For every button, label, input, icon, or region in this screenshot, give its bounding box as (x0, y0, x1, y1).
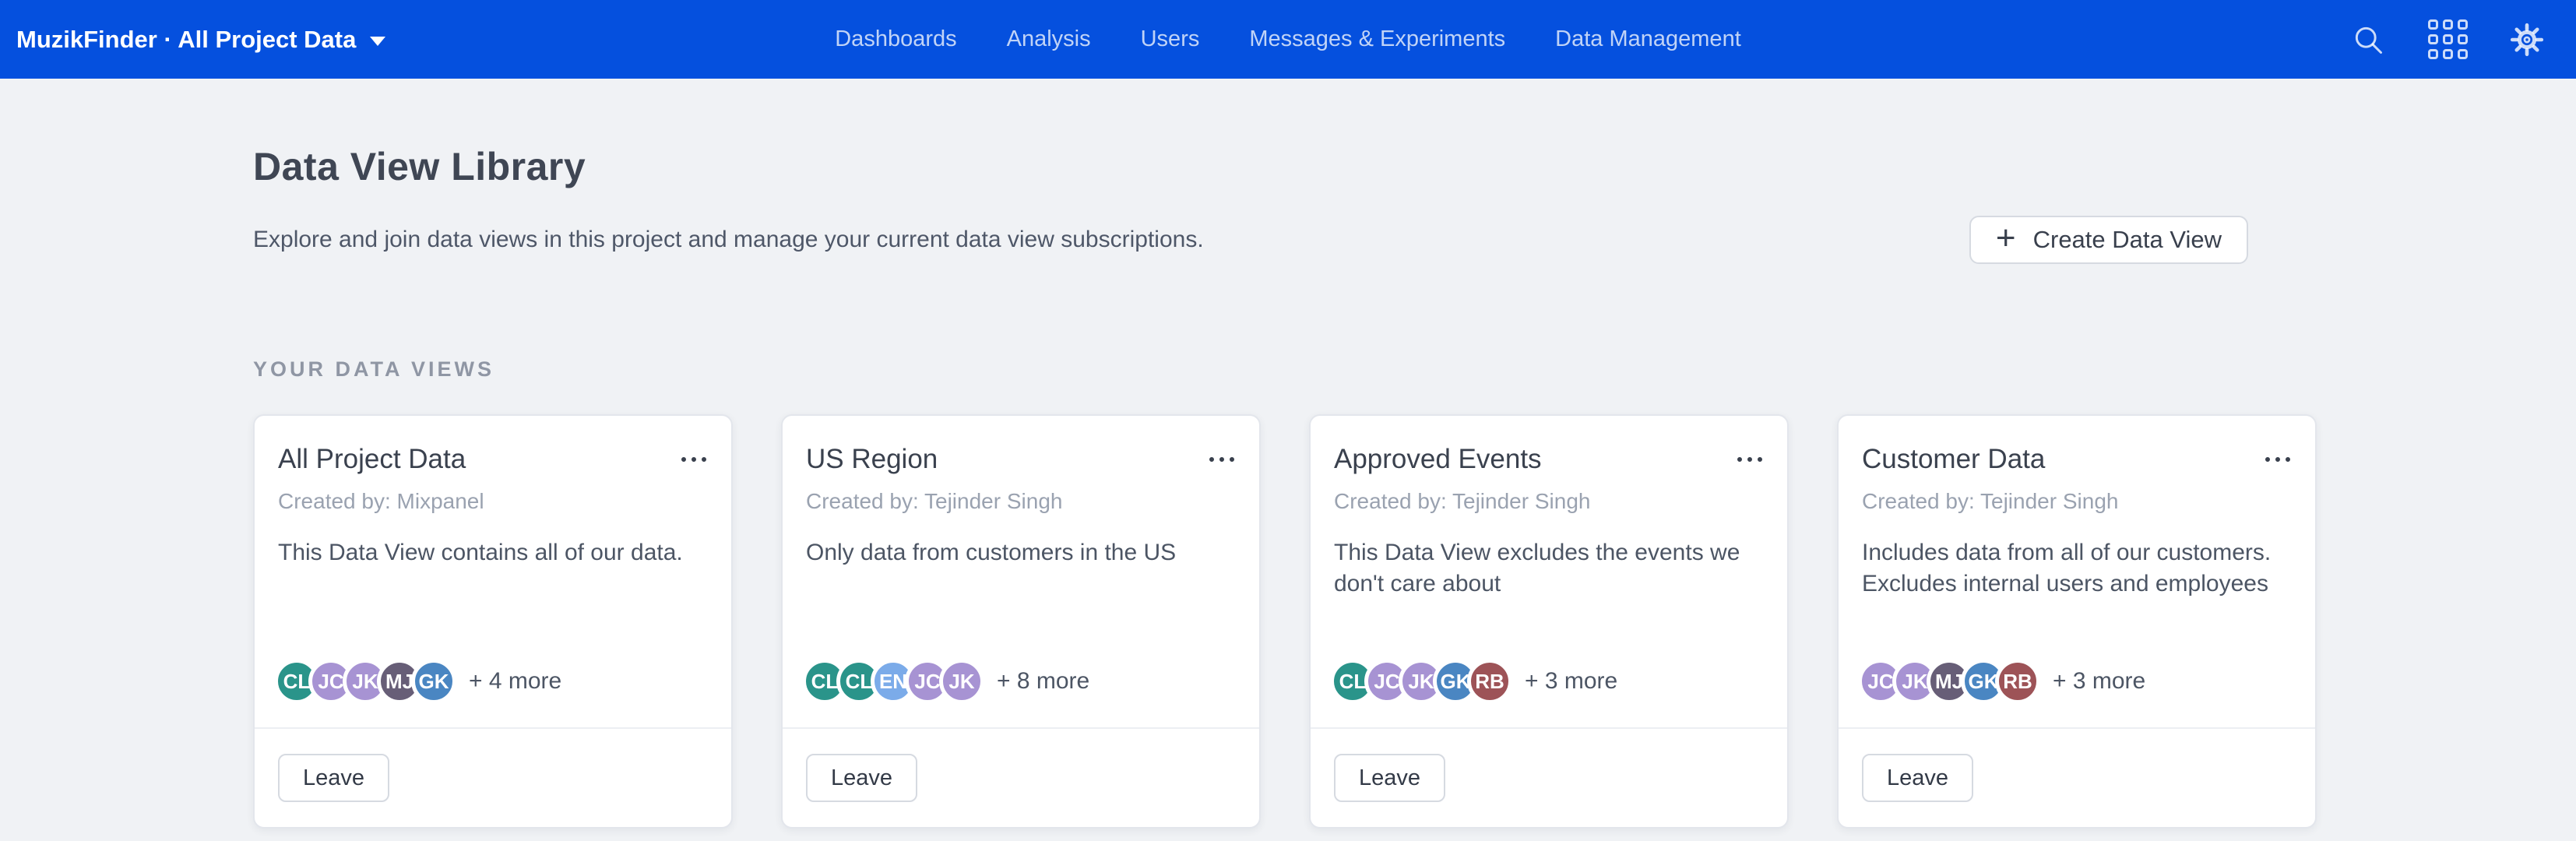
card-created-by: Created by: Tejinder Singh (806, 489, 1236, 514)
page-subtitle: Explore and join data views in this proj… (253, 227, 1204, 253)
card-header: Approved Events (1334, 444, 1764, 475)
more-options-icon[interactable] (680, 451, 708, 468)
project-switcher[interactable]: MuzikFinder · All Project Data (16, 26, 385, 54)
member-avatar-row: CL CL EN JC JK + 8 more (806, 659, 1236, 704)
member-avatar-row: JC JK MJ GK RB + 3 more (1862, 659, 2292, 704)
card-title: Customer Data (1862, 444, 2045, 475)
card-body: US Region Created by: Tejinder Singh Onl… (783, 416, 1259, 727)
card-description: This Data View excludes the events we do… (1334, 537, 1764, 659)
apps-grid-icon[interactable] (2430, 22, 2465, 58)
card-title: Approved Events (1334, 444, 1542, 475)
card-title: US Region (806, 444, 938, 475)
data-view-card-all-project-data: All Project Data Created by: Mixpanel Th… (253, 414, 733, 829)
more-options-icon[interactable] (1736, 451, 1764, 468)
data-view-library-page: Data View Library Explore and join data … (253, 79, 2317, 829)
card-description: Only data from customers in the US (806, 537, 1236, 659)
plus-icon: + (1996, 221, 2016, 255)
card-title: All Project Data (278, 444, 466, 475)
more-members-label: + 3 more (1525, 668, 1617, 695)
more-members-label: + 3 more (2053, 668, 2145, 695)
leave-button[interactable]: Leave (278, 754, 389, 802)
project-switcher-label: MuzikFinder · All Project Data (16, 26, 356, 54)
card-created-by: Created by: Tejinder Singh (1862, 489, 2292, 514)
card-body: Approved Events Created by: Tejinder Sin… (1311, 416, 1787, 727)
search-icon[interactable] (2350, 22, 2386, 58)
avatar: JK (939, 659, 984, 704)
card-footer: Leave (1839, 727, 2315, 827)
subtitle-row: Explore and join data views in this proj… (253, 216, 2317, 264)
card-created-by: Created by: Mixpanel (278, 489, 708, 514)
topbar-icon-group (2350, 22, 2545, 58)
data-view-card-grid: All Project Data Created by: Mixpanel Th… (253, 414, 2317, 829)
leave-button[interactable]: Leave (1862, 754, 1973, 802)
more-options-icon[interactable] (2264, 451, 2292, 468)
nav-item-users[interactable]: Users (1141, 26, 1200, 52)
leave-button[interactable]: Leave (1334, 754, 1445, 802)
card-header: US Region (806, 444, 1236, 475)
your-data-views-section-label: YOUR DATA VIEWS (253, 357, 2317, 382)
data-view-card-customer-data: Customer Data Created by: Tejinder Singh… (1837, 414, 2317, 829)
card-created-by: Created by: Tejinder Singh (1334, 489, 1764, 514)
nav-item-messages-experiments[interactable]: Messages & Experiments (1249, 26, 1505, 52)
card-header: Customer Data (1862, 444, 2292, 475)
main-nav: Dashboards Analysis Users Messages & Exp… (835, 0, 1741, 79)
data-view-card-approved-events: Approved Events Created by: Tejinder Sin… (1309, 414, 1789, 829)
more-members-label: + 8 more (997, 668, 1089, 695)
card-footer: Leave (255, 727, 731, 827)
member-avatar-row: CL JC JK MJ GK + 4 more (278, 659, 708, 704)
more-options-icon[interactable] (1208, 451, 1236, 468)
nav-item-analysis[interactable]: Analysis (1007, 26, 1091, 52)
create-data-view-label: Create Data View (2033, 226, 2222, 254)
nav-item-dashboards[interactable]: Dashboards (835, 26, 956, 52)
avatar: RB (1995, 659, 2040, 704)
member-avatar-row: CL JC JK GK RB + 3 more (1334, 659, 1764, 704)
data-view-card-us-region: US Region Created by: Tejinder Singh Onl… (781, 414, 1261, 829)
avatar: GK (411, 659, 456, 704)
chevron-down-icon (370, 37, 385, 46)
card-header: All Project Data (278, 444, 708, 475)
card-footer: Leave (783, 727, 1259, 827)
nav-item-data-management[interactable]: Data Management (1555, 26, 1741, 52)
settings-gear-icon[interactable] (2509, 22, 2545, 58)
card-description: Includes data from all of our customers.… (1862, 537, 2292, 659)
card-body: All Project Data Created by: Mixpanel Th… (255, 416, 731, 727)
card-description: This Data View contains all of our data. (278, 537, 708, 659)
leave-button[interactable]: Leave (806, 754, 917, 802)
page-title: Data View Library (253, 144, 2317, 189)
create-data-view-button[interactable]: + Create Data View (1969, 216, 2248, 264)
top-navigation-bar: MuzikFinder · All Project Data Dashboard… (0, 0, 2576, 79)
card-body: Customer Data Created by: Tejinder Singh… (1839, 416, 2315, 727)
more-members-label: + 4 more (469, 668, 561, 695)
avatar: RB (1467, 659, 1512, 704)
card-footer: Leave (1311, 727, 1787, 827)
